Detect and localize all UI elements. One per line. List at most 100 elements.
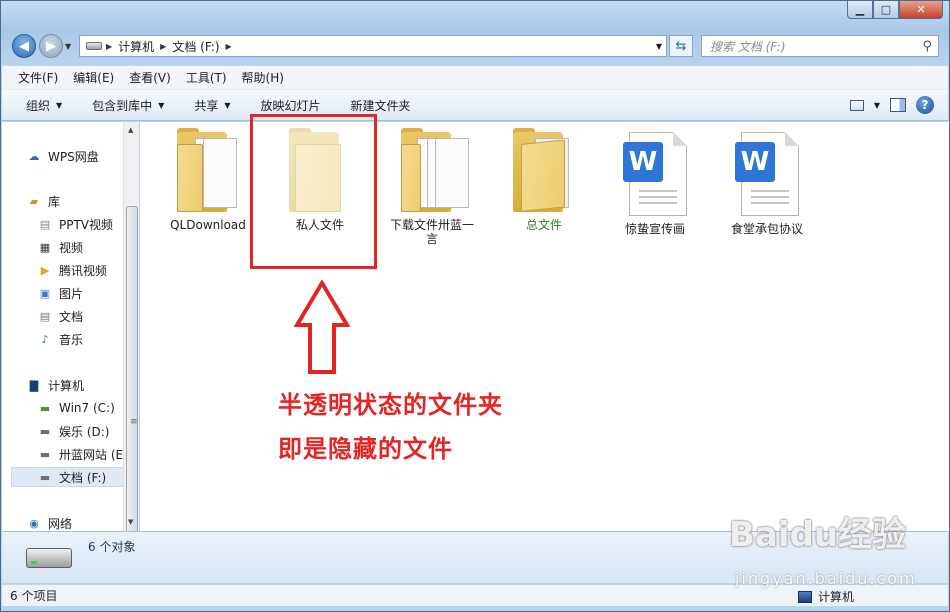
breadcrumb-separator-icon[interactable]: ▶ [106,42,112,51]
document-icon: ▤ [39,309,51,323]
nav-label: 库 [48,194,61,209]
nav-label: 计算机 [48,378,85,393]
nav-item-video[interactable]: ▦ 视频 [37,237,83,257]
item-count: 6 个项目 [10,589,58,603]
include-in-library-button[interactable]: 包含到库中 ▼ [92,97,164,114]
nav-label: 腾讯视频 [59,263,108,278]
status-location: 计算机 [818,590,855,604]
minimize-button[interactable]: ▁ [847,1,873,19]
file-item-main-folder[interactable]: 总文件 [489,128,599,232]
annotation-line2: 即是隐藏的文件 [278,435,453,463]
nav-item-drive-e[interactable]: ▬ 卅蓝网站 (E [37,444,123,464]
scroll-up-icon[interactable]: ▲ [128,126,133,134]
change-view-icon[interactable] [849,99,864,111]
computer-icon: ▇ [29,378,39,392]
forward-button[interactable]: ▶ [39,34,63,58]
grip-icon: ≡ [130,417,138,427]
new-folder-button[interactable]: 新建文件夹 [351,97,411,114]
address-dropdown-icon[interactable]: ▼ [656,42,662,51]
caption-buttons: ▁ □ ✕ [847,1,943,19]
nav-item-drive-f[interactable]: ▬ 文档 (F:) [11,467,124,487]
file-item-qldownload[interactable]: QLDownload [153,128,263,232]
file-item-downloads[interactable]: 下载文件卅蓝一言 [377,128,487,246]
file-item-poster[interactable]: W 惊蛰宣传画 [600,132,710,236]
breadcrumb-separator-icon[interactable]: ▶ [226,42,232,51]
arrow-right-icon: ▶ [46,38,56,54]
annotation-line1: 半透明状态的文件夹 [278,391,503,419]
picture-icon: ▣ [39,286,51,300]
highlight-box [250,114,377,269]
menu-file[interactable]: 文件(F) [18,69,58,86]
wps-logo: W [623,142,663,182]
cloud-icon: ☁ [28,149,40,163]
nav-item-drive-c[interactable]: ▬ Win7 (C:) [37,398,115,418]
chevron-down-icon[interactable]: ▼ [874,101,880,110]
play-icon: ▶ [40,263,50,277]
nav-item-tencent-video[interactable]: ▶ 腾讯视频 [37,260,107,280]
help-icon[interactable]: ? [916,96,934,114]
nav-item-pictures[interactable]: ▣ 图片 [37,283,83,303]
nav-label: Win7 (C:) [59,401,115,415]
folder-icon [173,128,243,212]
arrow-left-icon: ◀ [19,38,29,54]
slideshow-label: 放映幻灯片 [260,98,321,113]
explorer-window: ▁ □ ✕ ◀ ▶ ▼ ▶ 计算机 ▶ 文档 (F:) ▶ ▼ ⇆ 搜索 文档 … [0,0,950,612]
nav-item-wps-cloud[interactable]: ☁ WPS网盘 [26,146,99,166]
file-item-agreement[interactable]: W 食堂承包协议 [712,132,822,236]
nav-label: 文档 [59,309,84,324]
wps-document-icon: W [735,132,799,216]
scrollbar-thumb[interactable]: ≡ [126,206,138,562]
share-button[interactable]: 共享 ▼ [194,97,230,114]
new-folder-label: 新建文件夹 [350,98,411,113]
include-in-library-label: 包含到库中 [92,98,153,113]
preview-pane-icon[interactable] [890,98,906,112]
file-name: 惊蛰宣传画 [624,222,685,236]
baidu-watermark-url: jingyan.baidu.com [735,569,917,588]
breadcrumb-drive-f[interactable]: 文档 (F:) [172,38,219,55]
nav-scrollbar[interactable]: ▲ ≡ ▼ [123,122,139,562]
organize-button[interactable]: 组织 ▼ [26,97,62,114]
file-name: 总文件 [525,218,562,232]
back-button[interactable]: ◀ [12,34,36,58]
menu-edit[interactable]: 编辑(E) [73,69,114,86]
menu-tools[interactable]: 工具(T) [186,69,227,86]
scroll-down-icon[interactable]: ▼ [128,518,133,526]
chevron-down-icon: ▼ [56,100,63,110]
refresh-icon: ⇆ [675,38,687,54]
nav-item-computer[interactable]: ▇ 计算机 [26,375,84,395]
slideshow-button[interactable]: 放映幻灯片 [261,97,321,114]
command-bar: 组织 ▼ 包含到库中 ▼ 共享 ▼ 放映幻灯片 新建文件夹 ▼ ? [2,89,948,121]
address-bar[interactable]: ▶ 计算机 ▶ 文档 (F:) ▶ ▼ [79,35,667,57]
nav-item-documents[interactable]: ▤ 文档 [37,306,83,326]
drive-icon: ▬ [39,424,51,438]
windows-drive-icon: ▬ [39,401,51,415]
nav-item-library[interactable]: ▰ 库 [26,191,60,211]
nav-label: WPS网盘 [48,149,99,164]
nav-label: 音乐 [59,332,84,347]
nav-label: 卅蓝网站 (E [59,447,124,462]
nav-item-network[interactable]: ◉ 网络 [26,513,72,531]
refresh-button[interactable]: ⇆ [669,35,693,57]
nav-item-music[interactable]: ♪ 音乐 [37,329,83,349]
baidu-watermark: Baidu经验 [729,515,907,555]
nav-item-pptv[interactable]: ▤ PPTV视频 [37,214,113,234]
search-input[interactable]: 搜索 文档 (F:) ⚲ [701,35,939,57]
nav-label: 图片 [59,286,84,301]
recent-pages-dropdown[interactable]: ▼ [65,42,71,51]
film-icon: ▦ [39,240,51,254]
breadcrumb-computer[interactable]: 计算机 [118,38,154,55]
file-name: 食堂承包协议 [730,222,803,236]
menu-view[interactable]: 查看(V) [129,69,171,86]
nav-item-drive-d[interactable]: ▬ 娱乐 (D:) [37,421,110,441]
music-icon: ♪ [41,332,49,346]
file-name: 下载文件卅蓝一言 [377,218,487,246]
close-button[interactable]: ✕ [899,1,943,19]
drive-icon [86,42,102,50]
search-icon[interactable]: ⚲ [922,39,932,54]
breadcrumb-separator-icon[interactable]: ▶ [160,42,166,51]
computer-icon [798,590,812,603]
menu-help[interactable]: 帮助(H) [242,69,284,86]
network-icon: ◉ [29,516,39,530]
maximize-button[interactable]: □ [873,1,899,19]
share-label: 共享 [194,98,219,113]
